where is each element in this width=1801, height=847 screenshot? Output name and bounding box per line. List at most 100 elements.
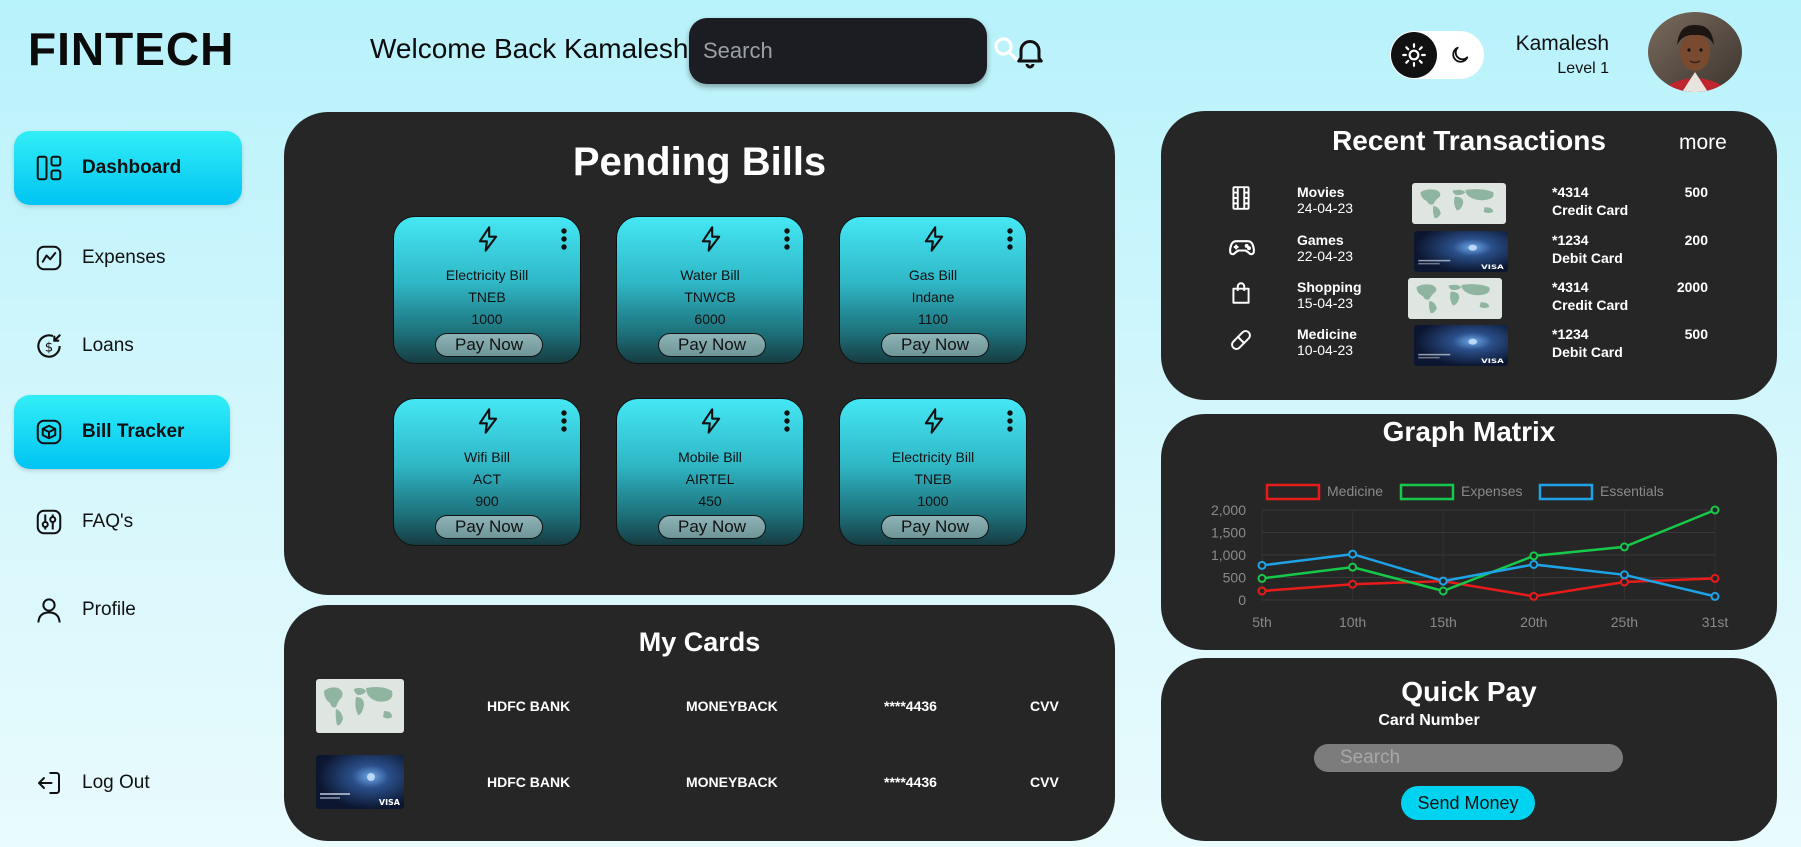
search-input[interactable] [703, 38, 991, 64]
transaction-card: *4314 [1552, 279, 1589, 295]
sidebar-item-faqs[interactable]: FAQ's [14, 485, 242, 559]
series-line [1261, 508, 1716, 593]
sun-icon[interactable] [1391, 32, 1437, 78]
data-point [1710, 573, 1720, 583]
sidebar-item-profile[interactable]: Profile [14, 573, 242, 647]
more-link[interactable]: more [1679, 131, 1727, 155]
user-name: Kamalesh [1515, 32, 1609, 55]
svg-text:VISA: VISA [379, 798, 401, 807]
svg-text:VISA: VISA [1481, 357, 1504, 364]
bill-card: Mobile Bill AIRTEL 450 Pay Now [616, 398, 804, 546]
data-point [1348, 549, 1358, 559]
legend-swatch [1399, 483, 1455, 501]
sidebar-item-loans[interactable]: $ Loans [14, 309, 242, 383]
transaction-date: 10-04-23 [1297, 342, 1354, 358]
transaction-card: *1234 [1552, 326, 1589, 342]
more-options-icon[interactable] [783, 227, 791, 256]
bill-card: Wifi Bill ACT 900 Pay Now [393, 398, 581, 546]
box-icon [32, 415, 66, 449]
svg-text:VISA: VISA [1481, 263, 1504, 270]
legend-swatch [1265, 483, 1321, 501]
sidebar-item-expenses[interactable]: Expenses [14, 221, 242, 295]
data-point [1438, 576, 1448, 586]
lightning-icon [920, 224, 948, 259]
x-tick-label: 20th [1520, 614, 1547, 630]
loan-icon: $ [32, 329, 66, 363]
theme-toggle[interactable] [1390, 31, 1484, 79]
lightning-icon [697, 406, 725, 441]
legend-label: Medicine [1327, 483, 1383, 499]
data-point [1257, 560, 1267, 570]
data-point [1710, 505, 1720, 515]
moon-icon[interactable] [1437, 32, 1483, 78]
x-tick-label: 15th [1430, 614, 1457, 630]
data-point [1348, 579, 1358, 589]
send-money-button[interactable]: Send Money [1401, 786, 1535, 820]
bill-name: Mobile Bill [678, 449, 742, 465]
svg-text:$: $ [45, 340, 53, 355]
avatar[interactable] [1648, 12, 1742, 92]
legend-label: Essentials [1600, 483, 1664, 499]
data-point [1438, 586, 1448, 596]
transaction-date: 22-04-23 [1297, 248, 1354, 264]
bell-icon[interactable] [1012, 34, 1048, 70]
card-image[interactable]: VISA [316, 755, 404, 809]
card-type: MONEYBACK [686, 774, 778, 790]
card-image [1412, 183, 1506, 224]
bill-name: Water Bill [680, 267, 740, 283]
card-number: ****4436 [884, 698, 937, 714]
more-options-icon[interactable] [1006, 227, 1014, 256]
x-tick-label: 25th [1611, 614, 1638, 630]
sidebar-item-dashboard[interactable]: Dashboard [14, 131, 242, 205]
my-cards-title: My Cards [638, 627, 761, 657]
dashboard-icon [32, 151, 66, 185]
transaction-amount: 2000 [1676, 279, 1708, 295]
sidebar-item-bill-tracker[interactable]: Bill Tracker [14, 395, 230, 469]
bill-amount: 6000 [694, 311, 726, 327]
logout-icon [32, 766, 66, 800]
card-number-input[interactable] [1314, 744, 1623, 772]
bill-amount: 1000 [471, 311, 503, 327]
bill-amount: 1000 [917, 493, 949, 509]
legend-label: Expenses [1461, 483, 1522, 499]
transaction-date: 15-04-23 [1297, 295, 1354, 311]
x-tick-label: 10th [1339, 614, 1366, 630]
search-bar[interactable] [689, 18, 1018, 84]
more-options-icon[interactable] [783, 409, 791, 438]
transaction-category: Movies [1297, 184, 1345, 200]
pay-now-button[interactable]: Pay Now [658, 333, 766, 357]
film-icon [1228, 185, 1254, 216]
bill-provider: TNEB [468, 289, 506, 305]
data-point [1619, 577, 1629, 587]
pay-now-button[interactable]: Pay Now [658, 515, 766, 539]
more-options-icon[interactable] [560, 227, 568, 256]
pay-now-button[interactable]: Pay Now [881, 515, 989, 539]
sidebar-item-label: Loans [82, 335, 134, 356]
y-tick-label: 0 [1238, 592, 1246, 608]
transaction-card-type: Debit Card [1552, 250, 1623, 266]
bill-card: Electricity Bill TNEB 1000 Pay Now [839, 398, 1027, 546]
transaction-amount: 200 [1684, 232, 1708, 248]
pay-now-button[interactable]: Pay Now [881, 333, 989, 357]
bill-card: Gas Bill Indane 1100 Pay Now [839, 216, 1027, 364]
bill-amount: 450 [698, 493, 722, 509]
transaction-card: *1234 [1552, 232, 1589, 248]
more-options-icon[interactable] [560, 409, 568, 438]
bill-name: Gas Bill [908, 267, 958, 283]
transaction-card-type: Debit Card [1552, 344, 1623, 360]
data-point [1348, 562, 1358, 572]
quick-pay-title: Quick Pay [1401, 676, 1537, 707]
card-image: VISA [1414, 231, 1508, 272]
transaction-amount: 500 [1684, 184, 1708, 200]
card-number: ****4436 [884, 774, 937, 790]
bill-card: Electricity Bill TNEB 1000 Pay Now [393, 216, 581, 364]
bill-provider: TNEB [914, 471, 952, 487]
transaction-card-type: Credit Card [1552, 202, 1629, 218]
more-options-icon[interactable] [1006, 409, 1014, 438]
pay-now-button[interactable]: Pay Now [435, 515, 543, 539]
pay-now-button[interactable]: Pay Now [435, 333, 543, 357]
logout-button[interactable]: Log Out [14, 746, 242, 820]
transaction-date: 24-04-23 [1297, 200, 1354, 216]
card-image[interactable] [316, 679, 404, 733]
y-tick-label: 1,500 [1211, 525, 1246, 541]
